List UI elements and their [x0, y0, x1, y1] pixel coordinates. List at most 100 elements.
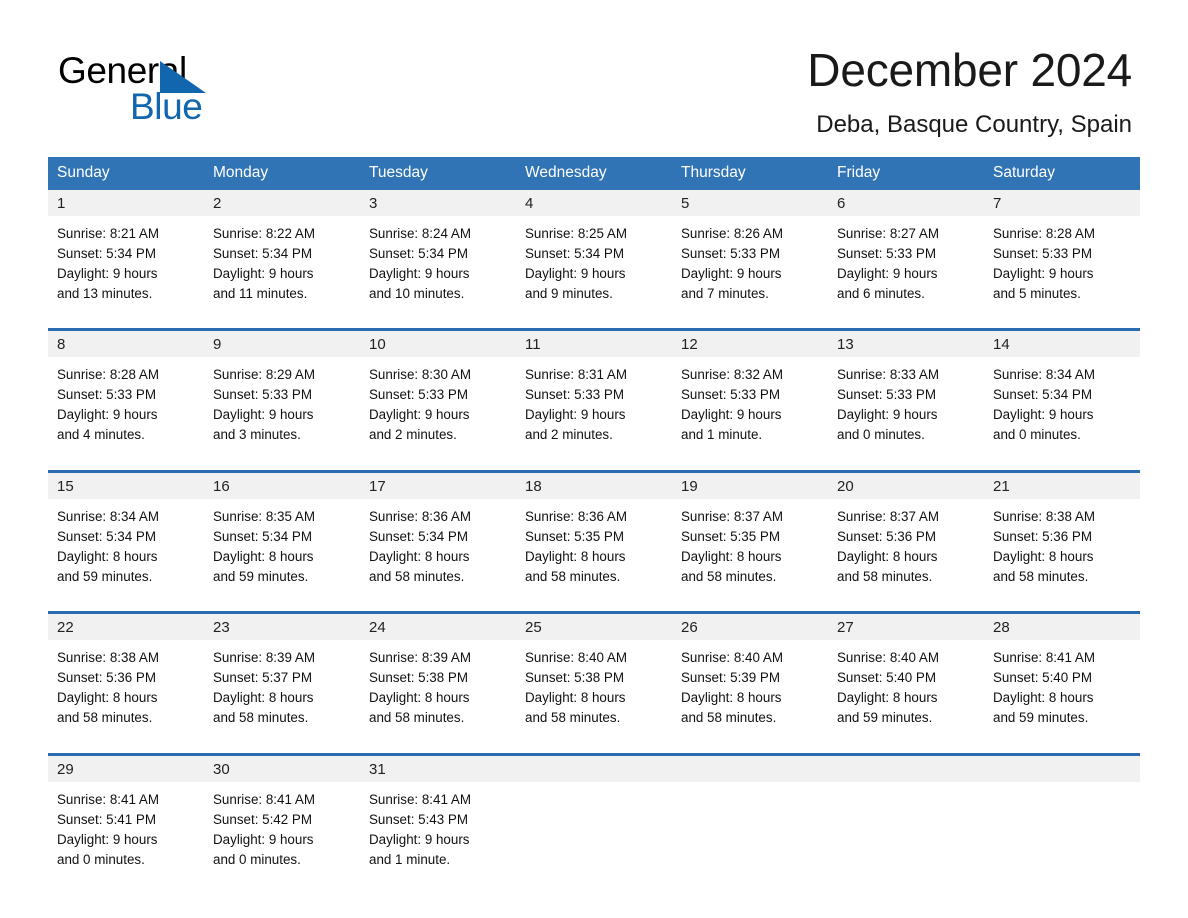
calendar-table: Sunday Monday Tuesday Wednesday Thursday…: [48, 156, 1140, 884]
day-detail-sunrise: Sunrise: 8:41 AM: [213, 791, 315, 807]
calendar-day-cell[interactable]: 10 Sunrise: 8:30 AM Sunset: 5:33 PM Dayligh…: [360, 328, 516, 460]
day-detail-daylight-1: Daylight: 9 hours: [213, 407, 314, 423]
day-details: Sunrise: 8:25 AM Sunset: 5:34 PM Daylight:…: [516, 216, 672, 318]
day-number: 17: [360, 472, 516, 499]
day-details: Sunrise: 8:27 AM Sunset: 5:33 PM Daylight:…: [828, 216, 984, 318]
calendar-day-cell[interactable]: 3 Sunrise: 8:24 AM Sunset: 5:34 PM Daylight…: [360, 189, 516, 318]
day-detail-daylight-2: and 1 minute.: [369, 851, 451, 867]
day-details: Sunrise: 8:34 AM Sunset: 5:34 PM Daylight:…: [984, 357, 1140, 459]
calendar-day-cell[interactable]: 7 Sunrise: 8:28 AM Sunset: 5:33 PM Daylight…: [984, 189, 1140, 318]
day-detail-sunrise: Sunrise: 8:40 AM: [837, 650, 939, 666]
logo-text-blue: Blue: [130, 86, 203, 127]
day-detail-daylight-1: Daylight: 9 hours: [525, 265, 626, 281]
calendar-body: 1 Sunrise: 8:21 AM Sunset: 5:34 PM Daylight…: [48, 189, 1140, 884]
day-details: Sunrise: 8:26 AM Sunset: 5:33 PM Daylight:…: [672, 216, 828, 318]
week-spacer-cell: [48, 459, 1140, 472]
calendar-day-cell[interactable]: 26 Sunrise: 8:40 AM Sunset: 5:39 PM Dayligh…: [672, 611, 828, 743]
day-detail-sunrise: Sunrise: 8:21 AM: [57, 225, 159, 241]
calendar-day-cell[interactable]: 15 Sunrise: 8:34 AM Sunset: 5:34 PM Dayligh…: [48, 469, 204, 601]
day-detail-sunrise: Sunrise: 8:36 AM: [525, 508, 627, 524]
calendar-day-cell[interactable]: 25 Sunrise: 8:40 AM Sunset: 5:38 PM Dayligh…: [516, 611, 672, 743]
calendar-day-cell[interactable]: 21 Sunrise: 8:38 AM Sunset: 5:36 PM Dayligh…: [984, 469, 1140, 601]
weekday-header-monday: Monday: [204, 156, 360, 190]
calendar-header-row: Sunday Monday Tuesday Wednesday Thursday…: [48, 156, 1140, 190]
day-detail-daylight-2: and 58 minutes.: [681, 710, 777, 726]
day-details: Sunrise: 8:35 AM Sunset: 5:34 PM Daylight:…: [204, 499, 360, 601]
calendar-day-cell[interactable]: 17 Sunrise: 8:36 AM Sunset: 5:34 PM Dayligh…: [360, 469, 516, 601]
calendar-day-cell[interactable]: 28 Sunrise: 8:41 AM Sunset: 5:40 PM Dayligh…: [984, 611, 1140, 743]
week-spacer: [48, 459, 1140, 472]
day-detail-daylight-2: and 59 minutes.: [57, 568, 153, 584]
day-number: 29: [48, 755, 204, 782]
day-details: Sunrise: 8:37 AM Sunset: 5:36 PM Daylight:…: [828, 499, 984, 601]
day-detail-sunset: Sunset: 5:34 PM: [369, 245, 468, 261]
calendar-week-row: 15 Sunrise: 8:34 AM Sunset: 5:34 PM Dayligh…: [48, 469, 1140, 601]
day-detail-sunset: Sunset: 5:34 PM: [57, 528, 156, 544]
day-details: Sunrise: 8:30 AM Sunset: 5:33 PM Daylight:…: [360, 357, 516, 459]
calendar-day-cell[interactable]: 19 Sunrise: 8:37 AM Sunset: 5:35 PM Dayligh…: [672, 469, 828, 601]
calendar-day-cell-empty: [984, 752, 1140, 884]
day-detail-sunrise: Sunrise: 8:24 AM: [369, 225, 471, 241]
day-details: Sunrise: 8:41 AM Sunset: 5:40 PM Daylight:…: [984, 640, 1140, 742]
calendar-day-cell[interactable]: 23 Sunrise: 8:39 AM Sunset: 5:37 PM Dayligh…: [204, 611, 360, 743]
day-details: Sunrise: 8:37 AM Sunset: 5:35 PM Daylight:…: [672, 499, 828, 601]
day-detail-sunset: Sunset: 5:33 PM: [837, 245, 936, 261]
calendar-day-cell[interactable]: 20 Sunrise: 8:37 AM Sunset: 5:36 PM Dayligh…: [828, 469, 984, 601]
day-detail-sunset: Sunset: 5:34 PM: [525, 245, 624, 261]
day-details: Sunrise: 8:40 AM Sunset: 5:39 PM Daylight:…: [672, 640, 828, 742]
day-detail-sunrise: Sunrise: 8:22 AM: [213, 225, 315, 241]
calendar-day-cell[interactable]: 13 Sunrise: 8:33 AM Sunset: 5:33 PM Dayligh…: [828, 328, 984, 460]
day-detail-sunset: Sunset: 5:33 PM: [57, 387, 156, 403]
day-number: 18: [516, 472, 672, 499]
calendar-day-cell-empty: [672, 752, 828, 884]
calendar-day-cell[interactable]: 30 Sunrise: 8:41 AM Sunset: 5:42 PM Dayligh…: [204, 752, 360, 884]
day-number: 9: [204, 331, 360, 358]
day-detail-daylight-1: Daylight: 8 hours: [57, 548, 158, 564]
day-detail-daylight-2: and 2 minutes.: [525, 427, 613, 443]
calendar-day-cell[interactable]: 4 Sunrise: 8:25 AM Sunset: 5:34 PM Daylight…: [516, 189, 672, 318]
day-detail-daylight-2: and 0 minutes.: [993, 427, 1081, 443]
calendar-day-cell[interactable]: 5 Sunrise: 8:26 AM Sunset: 5:33 PM Daylight…: [672, 189, 828, 318]
week-spacer: [48, 742, 1140, 755]
day-number: 1: [48, 189, 204, 216]
calendar-day-cell[interactable]: 8 Sunrise: 8:28 AM Sunset: 5:33 PM Daylight…: [48, 328, 204, 460]
day-detail-daylight-2: and 9 minutes.: [525, 285, 613, 301]
day-detail-sunset: Sunset: 5:40 PM: [993, 670, 1092, 686]
calendar-day-cell[interactable]: 29 Sunrise: 8:41 AM Sunset: 5:41 PM Dayligh…: [48, 752, 204, 884]
calendar-day-cell[interactable]: 22 Sunrise: 8:38 AM Sunset: 5:36 PM Dayligh…: [48, 611, 204, 743]
day-details: Sunrise: 8:32 AM Sunset: 5:33 PM Daylight:…: [672, 357, 828, 459]
day-detail-sunset: Sunset: 5:33 PM: [525, 387, 624, 403]
day-detail-daylight-2: and 4 minutes.: [57, 427, 145, 443]
calendar-day-cell[interactable]: 18 Sunrise: 8:36 AM Sunset: 5:35 PM Dayligh…: [516, 469, 672, 601]
day-number: 19: [672, 472, 828, 499]
day-detail-sunrise: Sunrise: 8:39 AM: [369, 650, 471, 666]
calendar-day-cell[interactable]: 2 Sunrise: 8:22 AM Sunset: 5:34 PM Daylight…: [204, 189, 360, 318]
calendar-day-cell[interactable]: 14 Sunrise: 8:34 AM Sunset: 5:34 PM Dayligh…: [984, 328, 1140, 460]
calendar-day-cell[interactable]: 16 Sunrise: 8:35 AM Sunset: 5:34 PM Dayligh…: [204, 469, 360, 601]
calendar-day-cell[interactable]: 11 Sunrise: 8:31 AM Sunset: 5:33 PM Dayligh…: [516, 328, 672, 460]
day-detail-sunset: Sunset: 5:42 PM: [213, 811, 312, 827]
day-detail-daylight-2: and 7 minutes.: [681, 285, 769, 301]
day-number: 15: [48, 472, 204, 499]
day-number: 20: [828, 472, 984, 499]
day-detail-sunset: Sunset: 5:35 PM: [525, 528, 624, 544]
day-detail-sunset: Sunset: 5:38 PM: [525, 670, 624, 686]
calendar-day-cell[interactable]: 6 Sunrise: 8:27 AM Sunset: 5:33 PM Daylight…: [828, 189, 984, 318]
calendar-day-cell[interactable]: 12 Sunrise: 8:32 AM Sunset: 5:33 PM Dayligh…: [672, 328, 828, 460]
day-details: Sunrise: 8:28 AM Sunset: 5:33 PM Daylight:…: [48, 357, 204, 459]
calendar-day-cell[interactable]: 31 Sunrise: 8:41 AM Sunset: 5:43 PM Dayligh…: [360, 752, 516, 884]
day-number: [516, 755, 672, 782]
day-detail-daylight-1: Daylight: 8 hours: [993, 548, 1094, 564]
calendar-day-cell[interactable]: 24 Sunrise: 8:39 AM Sunset: 5:38 PM Dayligh…: [360, 611, 516, 743]
day-detail-sunrise: Sunrise: 8:41 AM: [369, 791, 471, 807]
day-detail-sunrise: Sunrise: 8:30 AM: [369, 367, 471, 383]
calendar-day-cell[interactable]: 1 Sunrise: 8:21 AM Sunset: 5:34 PM Daylight…: [48, 189, 204, 318]
day-detail-daylight-2: and 2 minutes.: [369, 427, 457, 443]
day-detail-daylight-2: and 5 minutes.: [993, 285, 1081, 301]
calendar-day-cell[interactable]: 9 Sunrise: 8:29 AM Sunset: 5:33 PM Daylight…: [204, 328, 360, 460]
day-number: 4: [516, 189, 672, 216]
day-detail-sunset: Sunset: 5:38 PM: [369, 670, 468, 686]
week-spacer-cell: [48, 317, 1140, 330]
day-detail-sunset: Sunset: 5:33 PM: [681, 245, 780, 261]
calendar-day-cell[interactable]: 27 Sunrise: 8:40 AM Sunset: 5:40 PM Dayligh…: [828, 611, 984, 743]
